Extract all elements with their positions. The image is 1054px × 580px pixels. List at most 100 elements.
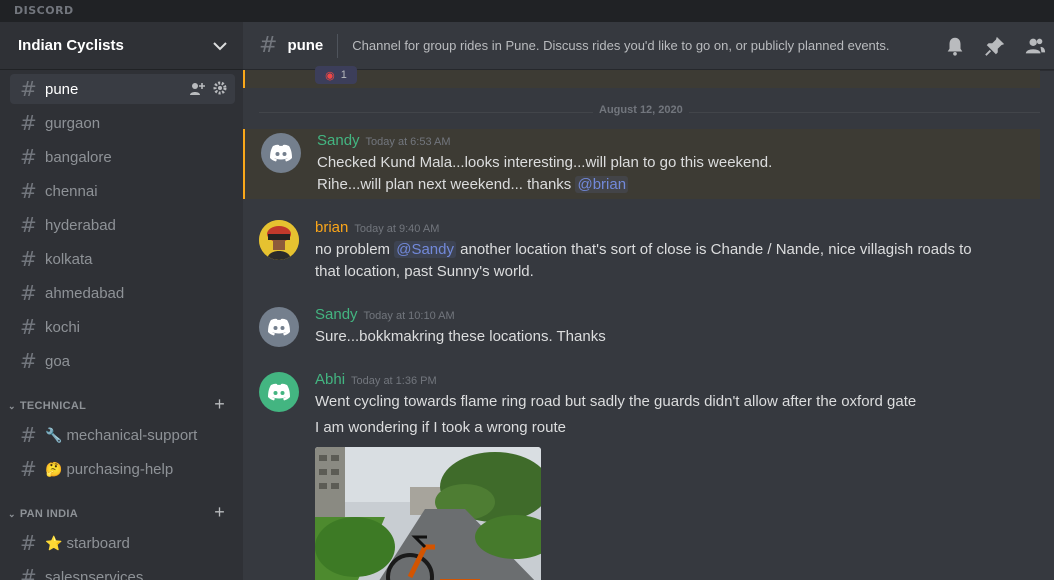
channel-item-mechanical-support[interactable]: # 🔧 mechanical-support	[10, 420, 235, 450]
message-image-attachment[interactable]	[315, 447, 541, 580]
discord-logo-icon	[268, 318, 290, 336]
date-divider: August 12, 2020	[593, 104, 689, 116]
channel-label: starboard	[66, 534, 130, 552]
channel-label: chennai	[45, 182, 98, 200]
hash-icon: #	[20, 457, 37, 481]
timestamp: Today at 10:10 AM	[363, 310, 455, 322]
reaction-chip[interactable]: ◉ 1	[315, 66, 357, 84]
category-label: TECHNICAL	[19, 400, 87, 412]
channel-item-pune[interactable]: # pune	[10, 74, 235, 104]
category-pan-india[interactable]: ⌄ PAN INDIA +	[8, 502, 235, 524]
hash-icon: #	[20, 145, 37, 169]
message-header: brian Today at 9:40 AM	[315, 219, 439, 236]
gear-icon[interactable]	[213, 81, 227, 95]
hash-icon: #	[20, 565, 37, 580]
channel-item-starboard[interactable]: # ⭐ starboard	[10, 528, 235, 558]
channel-item-salesnservices[interactable]: # salesnservices	[10, 562, 235, 580]
server-name: Indian Cyclists	[18, 37, 124, 54]
author-name[interactable]: Sandy	[315, 306, 358, 323]
hash-icon: #	[20, 349, 37, 373]
channel-label: kolkata	[45, 250, 93, 268]
chat-area: # pune Channel for group rides in Pune. …	[243, 22, 1054, 580]
app-brand: DISCORD	[14, 4, 74, 17]
author-name[interactable]: Abhi	[315, 371, 345, 388]
thinking-face-icon: 🤔	[45, 460, 63, 477]
user-mention[interactable]: @Sandy	[394, 241, 456, 258]
channel-label: kochi	[45, 318, 81, 336]
star-icon: ⭐	[45, 534, 63, 551]
member-list-icon[interactable]	[1024, 35, 1046, 57]
previous-message-highlight	[243, 70, 1040, 88]
reaction-count: 1	[340, 69, 347, 81]
message-text-line: Rihe...will plan next weekend... thanks …	[317, 174, 629, 196]
channel-label: bangalore	[45, 148, 112, 166]
hash-icon: #	[20, 281, 37, 305]
avatar[interactable]	[261, 133, 301, 173]
user-mention[interactable]: @brian	[575, 176, 629, 193]
channel-title: pune	[287, 37, 324, 54]
add-member-icon[interactable]	[189, 81, 205, 97]
road-photo-image	[315, 447, 541, 580]
message-header: Abhi Today at 1:36 PM	[315, 371, 437, 388]
bell-icon[interactable]	[944, 35, 966, 57]
discord-logo-icon	[268, 383, 290, 401]
message-item[interactable]: brian Today at 9:40 AM no problem @Sandy …	[243, 216, 1040, 286]
channel-label: mechanical-support	[66, 426, 198, 444]
channel-item-kochi[interactable]: # kochi	[10, 312, 235, 342]
channel-item-purchasing-help[interactable]: # 🤔 purchasing-help	[10, 454, 235, 484]
message-header: Sandy Today at 6:53 AM	[317, 132, 451, 149]
channel-label: purchasing-help	[66, 460, 174, 478]
message-item[interactable]: Sandy Today at 6:53 AM Checked Kund Mala.…	[243, 129, 1040, 199]
channel-item-kolkata[interactable]: # kolkata	[10, 244, 235, 274]
message-text: I am wondering if I took a wrong route	[315, 419, 566, 436]
channel-label: salesnservices	[45, 568, 144, 580]
message-item[interactable]: Sandy Today at 10:10 AM Sure...bokkmakrin…	[243, 303, 1040, 353]
avatar[interactable]	[259, 220, 299, 260]
chevron-down-icon	[213, 41, 227, 51]
caret-down-icon: ⌄	[8, 508, 16, 519]
channel-item-bangalore[interactable]: # bangalore	[10, 142, 235, 172]
message-text: that location, past Sunny's world.	[315, 263, 534, 280]
category-technical[interactable]: ⌄ TECHNICAL +	[8, 394, 235, 416]
message-text: another location that's sort of close is…	[455, 241, 972, 258]
message-text: Sure...bokkmakring these locations. Than…	[315, 328, 606, 345]
message-header: Sandy Today at 10:10 AM	[315, 306, 455, 323]
hash-icon: #	[20, 247, 37, 271]
hash-icon: #	[20, 315, 37, 339]
channel-topic: Channel for group rides in Pune. Discuss…	[352, 38, 890, 53]
hash-icon: #	[20, 213, 37, 237]
channel-item-gurgaon[interactable]: # gurgaon	[10, 108, 235, 138]
hash-icon: #	[20, 531, 37, 555]
avatar[interactable]	[259, 372, 299, 412]
channel-item-chennai[interactable]: # chennai	[10, 176, 235, 206]
channel-label: hyderabad	[45, 216, 116, 234]
channel-label: ahmedabad	[45, 284, 125, 302]
author-name[interactable]: Sandy	[317, 132, 360, 149]
timestamp: Today at 1:36 PM	[351, 375, 437, 387]
add-channel-icon[interactable]: +	[214, 502, 225, 523]
hash-icon: #	[20, 77, 37, 101]
author-name[interactable]: brian	[315, 219, 348, 236]
caret-down-icon: ⌄	[8, 400, 16, 411]
add-channel-icon[interactable]: +	[214, 394, 225, 415]
hash-icon: #	[20, 111, 37, 135]
channel-item-ahmedabad[interactable]: # ahmedabad	[10, 278, 235, 308]
channel-label: gurgaon	[45, 114, 101, 132]
channel-item-hyderabad[interactable]: # hyderabad	[10, 210, 235, 240]
channel-header: # pune Channel for group rides in Pune. …	[243, 22, 1054, 70]
timestamp: Today at 9:40 AM	[354, 223, 440, 235]
message-text: Checked Kund Mala...looks interesting...…	[317, 154, 773, 171]
message-text-line: no problem @Sandy another location that'…	[315, 239, 972, 261]
timestamp: Today at 6:53 AM	[365, 136, 451, 148]
hash-icon: #	[259, 33, 278, 58]
channel-item-goa[interactable]: # goa	[10, 346, 235, 376]
header-divider	[337, 33, 339, 58]
message-text: no problem	[315, 241, 395, 258]
channel-label: goa	[45, 352, 71, 370]
wrench-icon: 🔧	[45, 426, 63, 443]
message-text: Went cycling towards flame ring road but…	[315, 393, 917, 410]
server-header[interactable]: Indian Cyclists	[0, 22, 243, 70]
avatar[interactable]	[259, 307, 299, 347]
pin-icon[interactable]	[984, 35, 1006, 57]
message-text: Rihe...will plan next weekend... thanks	[317, 176, 576, 193]
